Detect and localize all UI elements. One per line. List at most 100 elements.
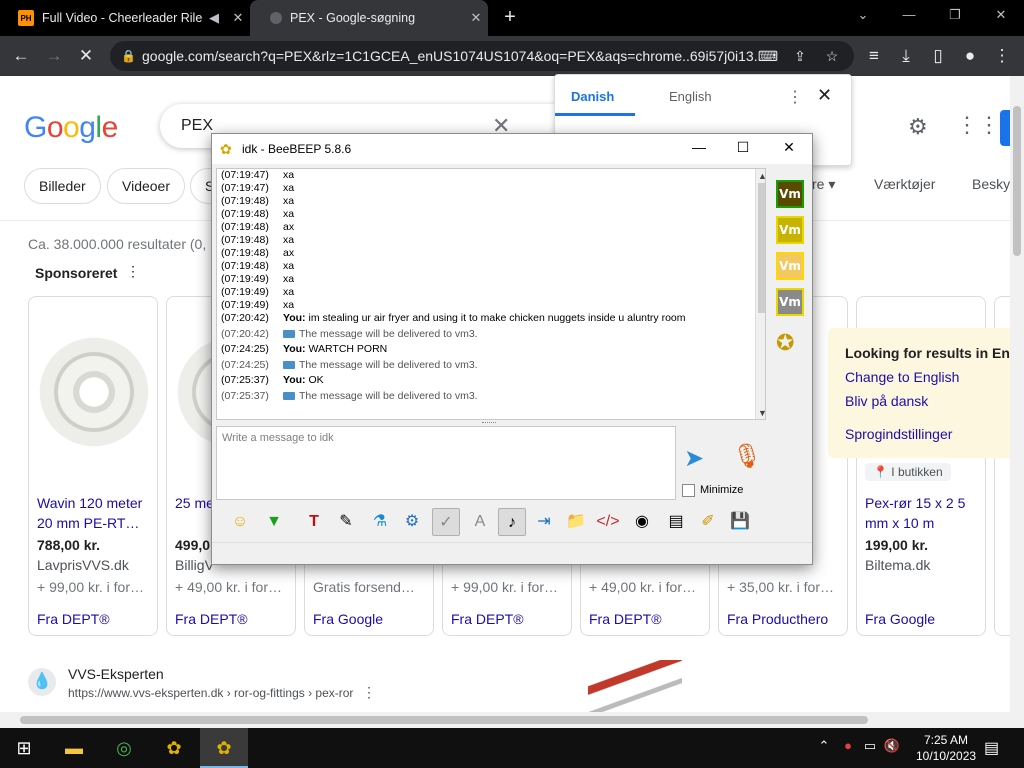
safesearch-button[interactable]: Besky <box>972 176 1010 192</box>
screenshot-camera-icon[interactable]: ◉ <box>628 508 656 536</box>
result-thumbnail[interactable] <box>588 660 682 712</box>
filter-icon[interactable]: ⚗ <box>366 508 394 536</box>
group-users-icon[interactable]: ✪ <box>776 330 794 356</box>
scroll-up-icon[interactable]: ▲ <box>758 170 765 183</box>
beebeep-active-taskbar-icon[interactable]: ✿ <box>200 728 248 768</box>
page-horizontal-scrollbar[interactable] <box>0 712 1010 728</box>
emoticon-icon[interactable]: ☺ <box>226 508 254 536</box>
page-vertical-scrollbar[interactable] <box>1010 76 1024 728</box>
tray-app-icon[interactable]: ● <box>838 738 858 753</box>
user-vm4-badge[interactable]: Vm <box>776 288 804 316</box>
stay-danish-link[interactable]: Bliv på dansk <box>845 393 928 409</box>
tab-google-search[interactable]: PEX - Google-søgning ✕ <box>250 0 488 36</box>
product-card[interactable]: Wavin 120 meter 20 mm PE-RT… 788,00 kr. … <box>28 296 158 636</box>
message-input[interactable]: Write a message to idk <box>216 426 676 500</box>
chrome-icon[interactable]: ◎ <box>100 728 148 768</box>
scroll-down-icon[interactable]: ▼ <box>758 407 765 419</box>
send-file-icon[interactable]: 📁 <box>562 508 590 536</box>
beebeep-minimize-icon[interactable]: — <box>684 139 714 159</box>
product-source[interactable]: Fra Google <box>865 611 935 627</box>
edit-note-icon[interactable]: ✐ <box>694 508 722 536</box>
settings-gear-icon[interactable]: ⚙ <box>908 114 928 140</box>
product-title[interactable]: Pex-rør 15 x 2 5 mm x 10 m <box>865 493 983 533</box>
google-logo[interactable]: Google <box>24 111 118 145</box>
new-tab-plus-icon[interactable]: + <box>498 6 522 30</box>
network-icon[interactable]: ▭ <box>860 738 880 754</box>
translate-icon[interactable]: ⌨ <box>756 44 780 68</box>
product-title[interactable]: Wavin 120 meter 20 mm PE-RT… <box>37 493 155 533</box>
translate-tab-english[interactable]: English <box>669 89 712 104</box>
address-bar[interactable]: 🔒 google.com/search?q=PEX&rlz=1C1GCEA_en… <box>110 41 854 71</box>
back-arrow-icon[interactable]: ← <box>9 44 33 68</box>
scrollbar-thumb[interactable] <box>758 183 765 313</box>
window-minimize-icon[interactable]: — <box>886 0 932 32</box>
result-url[interactable]: https://www.vvs-eksperten.dk › ror-og-fi… <box>68 686 353 700</box>
beebeep-titlebar[interactable]: ✿ idk - BeeBEEP 5.8.6 — ☐ ✕ <box>212 134 812 164</box>
sign-in-button[interactable] <box>1000 110 1010 146</box>
tray-chevron-icon[interactable]: ⌃ <box>814 738 834 754</box>
beebeep-taskbar-icon[interactable]: ✿ <box>150 728 198 768</box>
scrollbar-thumb[interactable] <box>20 716 868 724</box>
product-source[interactable]: Fra Google <box>313 611 383 627</box>
change-to-english-link[interactable]: Change to English <box>845 369 959 385</box>
stop-loading-icon[interactable]: ✕ <box>74 44 98 68</box>
user-vm2-badge[interactable]: Vm <box>776 216 804 244</box>
splitter-handle[interactable] <box>482 422 496 425</box>
result-menu-icon[interactable]: ⋮ <box>362 684 376 701</box>
result-site-name[interactable]: VVS-Eksperten <box>68 666 164 682</box>
volume-muted-icon[interactable]: 🔇 <box>882 738 902 754</box>
notification-center-icon[interactable]: ▤ <box>984 738 999 758</box>
send-message-icon[interactable]: ➤ <box>684 444 704 473</box>
product-source[interactable]: Fra DEPT® <box>37 611 110 627</box>
beebeep-maximize-icon[interactable]: ☐ <box>728 139 758 159</box>
tab-full-video[interactable]: PH Full Video - Cheerleader Riley Reid..… <box>0 0 250 36</box>
user-vm1-badge[interactable]: Vm <box>776 180 804 208</box>
share-icon[interactable]: ⇪ <box>788 44 812 68</box>
download-icon[interactable]: ⤓ <box>894 44 918 68</box>
user-vm3-badge[interactable]: Vm <box>776 252 804 280</box>
tools-button[interactable]: Værktøjer <box>874 176 935 192</box>
media-control-icon[interactable]: ≡ <box>862 44 886 68</box>
beebeep-close-icon[interactable]: ✕ <box>774 139 804 159</box>
scrollbar-thumb[interactable] <box>1013 106 1021 256</box>
product-source[interactable]: Fra Producthero <box>727 611 828 627</box>
chip-more[interactable]: re ▾ <box>812 176 835 193</box>
window-close-icon[interactable]: ✕ <box>978 0 1024 32</box>
chat-scrollbar[interactable]: ▲ ▼ <box>755 169 765 419</box>
translate-tab-danish[interactable]: Danish <box>571 89 614 104</box>
save-icon[interactable]: 💾 <box>726 508 754 536</box>
windows-start-icon[interactable]: ⊞ <box>0 728 48 768</box>
side-panel-icon[interactable]: ▯ <box>926 44 950 68</box>
voice-message-microphone-icon[interactable]: 🎙 <box>732 442 762 471</box>
tab-close-icon[interactable]: ✕ <box>464 10 488 26</box>
file-explorer-icon[interactable]: ▬ <box>50 728 98 768</box>
font-color-icon[interactable]: ✎ <box>332 508 360 536</box>
chrome-menu-icon[interactable]: ⋮ <box>990 44 1014 68</box>
google-apps-icon[interactable]: ⋮⋮ <box>956 112 1000 138</box>
product-source[interactable]: Fra DEPT® <box>589 611 662 627</box>
forward-arrow-icon[interactable]: → <box>42 44 66 68</box>
code-tag-icon[interactable]: </> <box>594 508 622 536</box>
tab-search-chevron-icon[interactable]: ⌄ <box>840 0 886 32</box>
chip-images[interactable]: Billeder <box>24 168 101 204</box>
beep-sound-icon[interactable]: ♪ <box>498 508 526 536</box>
font-style-icon[interactable]: T <box>300 508 328 536</box>
save-chat-icon[interactable]: ⇥ <box>530 508 558 536</box>
profile-avatar-icon[interactable]: ● <box>958 44 982 68</box>
window-restore-icon[interactable]: ❐ <box>932 0 978 32</box>
translate-more-icon[interactable]: ⋮ <box>787 87 803 107</box>
spellcheck-icon[interactable]: ✓ <box>432 508 460 536</box>
product-source[interactable]: Fra DEPT® <box>175 611 248 627</box>
language-settings-link[interactable]: Sprogindstillinger <box>845 426 952 442</box>
taskbar-clock[interactable]: 7:25 AM 10/10/2023 <box>916 732 976 764</box>
translate-close-icon[interactable]: ✕ <box>817 85 832 106</box>
chip-videos[interactable]: Videoer <box>107 168 186 204</box>
mute-icon[interactable]: ◀︎ <box>202 10 226 26</box>
tab-close-icon[interactable]: ✕ <box>226 10 250 26</box>
bookmark-star-icon[interactable]: ☆ <box>820 44 844 68</box>
more-options-icon[interactable]: ⋮ <box>126 263 140 280</box>
settings-cogs-icon[interactable]: ⚙ <box>398 508 426 536</box>
attach-download-icon[interactable]: ▼ <box>260 508 288 536</box>
product-source[interactable]: Fra DEPT® <box>451 611 524 627</box>
clear-history-icon[interactable]: ▤ <box>662 508 690 536</box>
